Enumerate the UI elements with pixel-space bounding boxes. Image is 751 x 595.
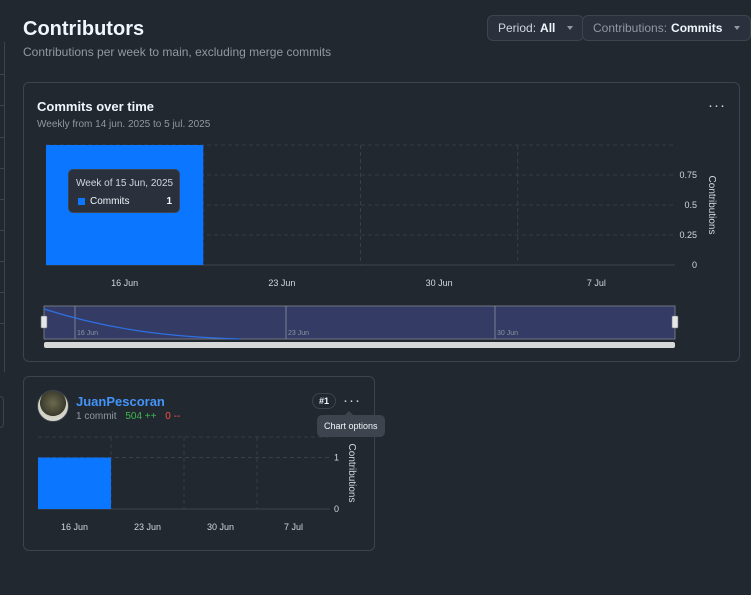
x-tick-label: 30 Jun — [426, 278, 453, 288]
chart-tooltip: Week of 15 Jun, 2025 Commits 1 — [68, 169, 180, 213]
navigator-handle-right[interactable] — [671, 315, 679, 329]
deletions-count: 0 -- — [165, 411, 181, 422]
navigator-window[interactable] — [43, 305, 676, 340]
range-navigator[interactable]: 16 Jun 23 Jun 30 Jun — [40, 305, 679, 348]
navigator-label: 30 Jun — [497, 330, 518, 337]
avatar[interactable] — [37, 390, 69, 422]
commit-count[interactable]: 1 commit — [76, 411, 117, 422]
navigator-handle-left[interactable] — [40, 315, 48, 329]
kebab-horizontal-icon[interactable]: ··· — [343, 393, 361, 408]
y-tick-label: 0.5 — [684, 200, 697, 210]
y-axis-label: Contributions — [706, 176, 717, 235]
rank-badge: #1 — [312, 393, 337, 409]
sidebar-box[interactable] — [0, 396, 4, 428]
y-tick-label: 0.75 — [679, 170, 697, 180]
tooltip-value: 1 — [166, 196, 172, 207]
navigator-label: 23 Jun — [288, 330, 309, 337]
y-tick-label: 0 — [692, 260, 697, 270]
contributor-card: JuanPescoran 1 commit 504 ++ 0 -- #1 ··· — [23, 376, 375, 551]
x-tick-label: 23 Jun — [268, 278, 295, 288]
navigator-label: 16 Jun — [77, 330, 98, 337]
contributor-name[interactable]: JuanPescoran — [76, 394, 165, 409]
chart-options-tooltip: Chart options — [317, 411, 385, 437]
additions-count: 504 ++ — [125, 411, 157, 422]
x-tick-label: 16 Jun — [111, 278, 138, 288]
navigator-scrollbar[interactable] — [44, 342, 675, 348]
series-swatch — [78, 198, 85, 205]
x-tick-label: 7 Jul — [587, 278, 606, 288]
tooltip-series: Commits — [90, 196, 130, 207]
y-tick-label: 0.25 — [679, 230, 697, 240]
contributor-stats: 1 commit 504 ++ 0 -- — [76, 411, 180, 422]
contributors-page: Contributors Contributions per week to m… — [0, 0, 751, 595]
tooltip-title: Week of 15 Jun, 2025 — [76, 178, 174, 189]
